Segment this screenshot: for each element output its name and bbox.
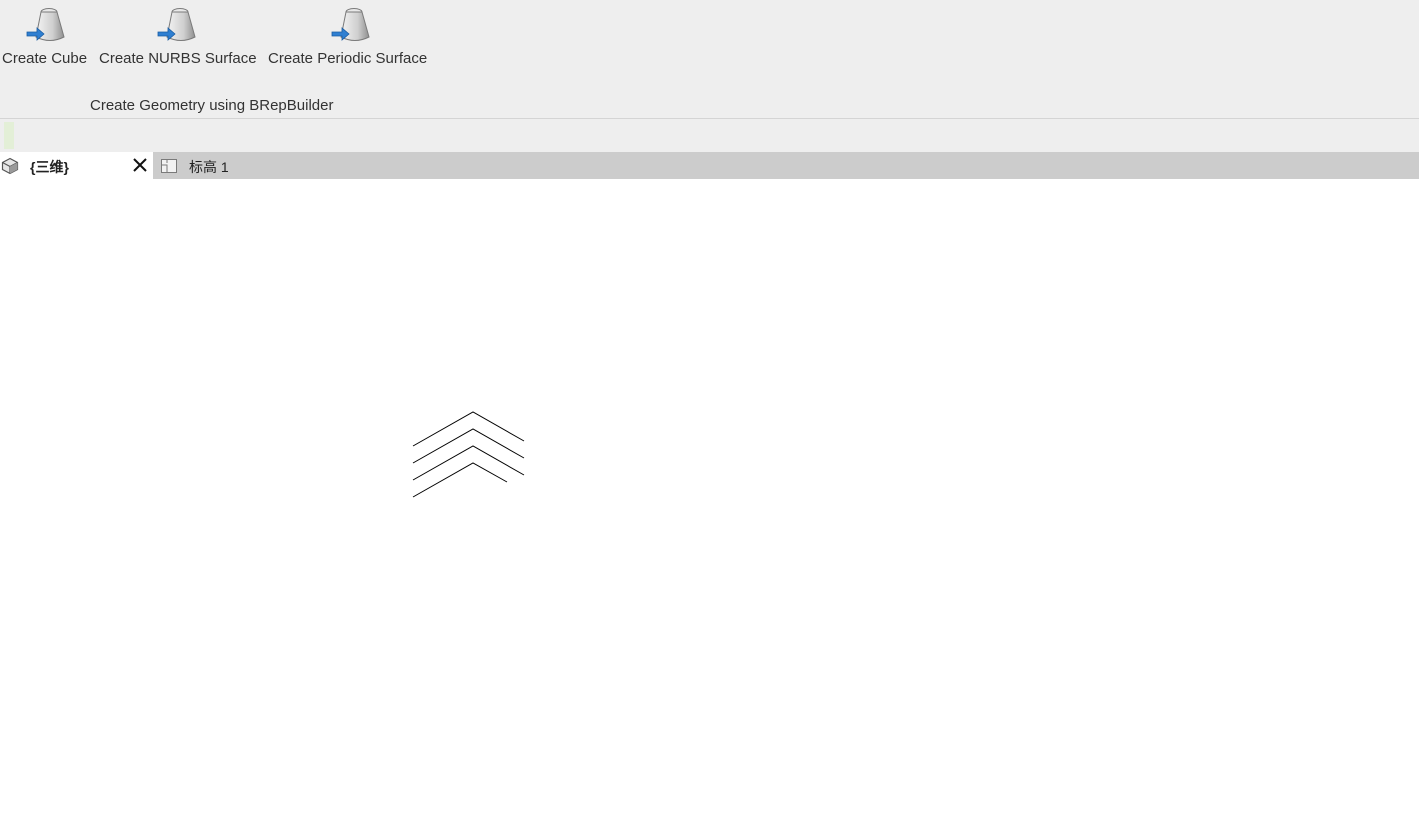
options-bar-marker — [4, 122, 14, 149]
tab-3d-view[interactable]: {三维} — [0, 152, 153, 179]
create-nurbs-surface-icon — [157, 8, 196, 41]
surface-isoline — [412, 462, 508, 498]
create-periodic-surface-button[interactable]: Create Periodic Surface — [268, 4, 440, 74]
3d-view-icon — [1, 157, 19, 175]
surface-isoline — [412, 411, 525, 447]
create-periodic-surface-label: Create Periodic Surface — [268, 50, 428, 67]
create-nurbs-surface-label: Create NURBS Surface — [99, 50, 257, 67]
floor-plan-icon — [161, 159, 177, 173]
ribbon-panel-title: Create Geometry using BRepBuilder — [90, 97, 334, 114]
tab-3d-view-label: {三维} — [30, 159, 69, 175]
create-cube-button[interactable]: Create Cube — [2, 4, 94, 74]
3d-viewport[interactable] — [0, 179, 1419, 826]
surface-isoline — [412, 445, 525, 481]
surface-isoline — [412, 428, 525, 464]
ribbon: Create Cube Create NURBS Surface Create … — [0, 0, 1419, 119]
create-nurbs-surface-button[interactable]: Create NURBS Surface — [99, 4, 261, 74]
options-bar — [0, 119, 1419, 152]
nurbs-surface-wireframe — [412, 411, 525, 498]
create-cube-icon — [26, 8, 65, 41]
create-cube-label: Create Cube — [2, 50, 88, 67]
viewport-canvas[interactable] — [0, 179, 1419, 826]
view-tab-strip: {三维} 标高 1 — [0, 152, 1419, 179]
create-periodic-surface-icon — [331, 8, 370, 41]
tab-level-1[interactable]: 标高 1 — [155, 152, 275, 179]
tab-level-1-label: 标高 1 — [189, 159, 229, 175]
close-tab-icon[interactable] — [132, 157, 148, 173]
